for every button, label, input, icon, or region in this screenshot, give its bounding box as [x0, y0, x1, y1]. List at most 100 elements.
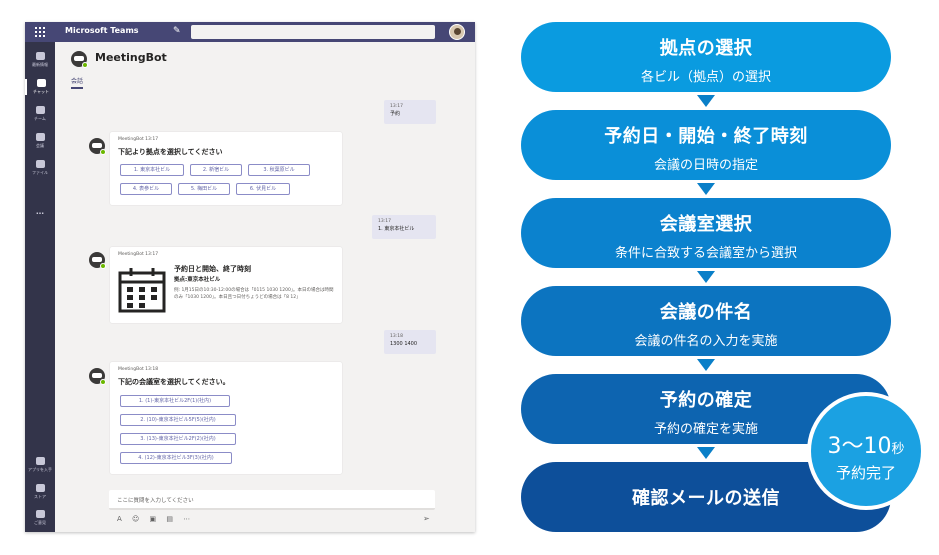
message-meta: MeetingBot 13:17 — [118, 252, 159, 257]
badge-label: 予約完了 — [835, 464, 896, 482]
message-text: 1. 東京本社ビル — [378, 225, 415, 232]
card-body: 例: 1月15日の10:30-12:00の場合は「0115 1030 1200」… — [174, 288, 334, 301]
title-bar: Microsoft Teams ✎ — [25, 22, 475, 42]
rail-item-chat[interactable]: チャット — [25, 79, 55, 95]
rail-label: チャット — [33, 89, 49, 94]
bot-avatar-icon — [89, 368, 106, 385]
rail-label: アプリを入手 — [28, 467, 52, 472]
chat-title: MeetingBot — [95, 51, 167, 64]
card-heading: 下記の会議室を選択してください。 — [118, 378, 230, 386]
choice-button[interactable]: 2. (10)-東京本社ビル5F(5)(社内) — [120, 414, 236, 426]
apps-icon — [35, 457, 45, 465]
rail-item-activity[interactable]: 最新情報 — [25, 52, 55, 68]
card-heading: 予約日と開始、終了時刻 — [174, 265, 251, 273]
message-time: 13:17 — [378, 219, 391, 224]
choice-button[interactable]: 3. (13)-東京本社ビル2F(2)(社内) — [120, 433, 236, 445]
rail-item-apps[interactable]: アプリを入手 — [25, 457, 55, 473]
rail-item-files[interactable]: ファイル — [25, 160, 55, 176]
card-subheading: 拠点:東京本社ビル — [174, 277, 221, 283]
avatar[interactable] — [449, 24, 465, 40]
badge-time: 3～10秒 — [811, 428, 921, 460]
compose-icon[interactable]: ✎ — [173, 26, 181, 36]
message-input-placeholder: ここに質問を入力してください — [117, 498, 194, 504]
step-title: 拠点の選択 — [659, 38, 753, 59]
arrow-down-icon — [697, 271, 715, 283]
choice-button[interactable]: 4. (12)-東京本社ビル3F(3)(社内) — [120, 452, 232, 464]
step-select-room: 会議室選択 条件に合致する会議室から選択 — [521, 198, 891, 268]
app-name: Microsoft Teams — [65, 26, 139, 35]
step-subtitle: 条件に合致する会議室から選択 — [614, 246, 797, 261]
calendar-icon — [35, 133, 45, 141]
step-title: 会議室選択 — [659, 214, 753, 235]
choice-button[interactable]: 5. 梅田ビル — [178, 183, 230, 195]
message-text: 1300 1400 — [390, 340, 418, 347]
message-time: 13:18 — [390, 334, 403, 339]
rail-item-teams[interactable]: チーム — [25, 106, 55, 122]
feedback-icon — [35, 510, 45, 518]
badge-time-unit: 秒 — [891, 442, 905, 457]
message-meta: MeetingBot 13:18 — [118, 367, 159, 372]
choice-button[interactable]: 6. 伏見ビル — [236, 183, 290, 195]
message-time: 13:17 — [390, 104, 403, 109]
choice-button[interactable]: 2. 新宿ビル — [190, 164, 242, 176]
user-message: 13:17 1. 東京本社ビル — [372, 215, 436, 239]
step-meeting-subject: 会議の件名 会議の件名の入力を実施 — [521, 286, 891, 356]
choice-button[interactable]: 4. 表参ビル — [120, 183, 172, 195]
tab-conversation[interactable]: 会話 — [71, 76, 84, 89]
arrow-down-icon — [697, 359, 715, 371]
message-text: 予約 — [390, 110, 401, 117]
search-input[interactable] — [191, 25, 435, 39]
user-message: 13:18 1300 1400 — [384, 330, 436, 354]
teams-window: Microsoft Teams ✎ 最新情報 チャット チーム 会議 ファイル … — [25, 22, 475, 532]
calendar-icon — [118, 268, 166, 313]
rail-label: チーム — [34, 116, 46, 121]
arrow-down-icon — [697, 447, 715, 459]
bot-message-card: MeetingBot 13:18 下記の会議室を選択してください。 1. (1)… — [110, 362, 342, 474]
rail-label: ご意見 — [34, 520, 46, 525]
badge-time-value: 3～10 — [827, 434, 892, 459]
user-message: 13:17 予約 — [384, 100, 436, 124]
arrow-down-icon — [697, 183, 715, 195]
app-launcher-icon[interactable] — [35, 27, 45, 37]
rail-label: ストア — [34, 494, 46, 499]
file-icon — [35, 160, 45, 168]
bot-avatar-icon — [89, 138, 106, 155]
presence-icon — [100, 263, 106, 269]
choice-button[interactable]: 3. 秋葉原ビル — [248, 164, 310, 176]
choice-button[interactable]: 1. (1)-東京本社ビル2F(1)(社内) — [120, 395, 230, 407]
more-apps-icon[interactable]: … — [25, 207, 55, 216]
app-rail: 最新情報 チャット チーム 会議 ファイル … アプリを入手 ストア ご意見 — [25, 42, 55, 532]
choice-button[interactable]: 1. 東京本社ビル — [120, 164, 184, 176]
rail-item-feedback[interactable]: ご意見 — [25, 510, 55, 526]
rail-item-store[interactable]: ストア — [25, 484, 55, 500]
compose-toolbar[interactable]: A ☺ ▣ ▤ ⋯ — [117, 515, 194, 523]
step-title: 予約日・開始・終了時刻 — [604, 126, 808, 147]
rail-item-meetings[interactable]: 会議 — [25, 133, 55, 149]
presence-icon — [100, 379, 106, 385]
message-input[interactable]: ここに質問を入力してください — [109, 490, 435, 510]
step-subtitle: 会議の件名の入力を実施 — [634, 334, 778, 349]
message-meta: MeetingBot 13:17 — [118, 137, 159, 142]
step-title: 会議の件名 — [659, 302, 753, 323]
bot-avatar-icon — [71, 51, 88, 68]
step-subtitle: 会議の日時の指定 — [653, 158, 758, 173]
completion-badge: 3～10秒 予約完了 — [811, 396, 921, 506]
rail-label: ファイル — [32, 170, 48, 175]
card-heading: 下記より拠点を選択してください — [118, 148, 223, 156]
rail-label: 会議 — [36, 143, 44, 148]
store-icon — [35, 484, 45, 492]
chat-icon — [36, 79, 46, 87]
presence-icon — [82, 62, 88, 68]
arrow-down-icon — [697, 95, 715, 107]
step-subtitle: 各ビル（拠点）の選択 — [640, 70, 771, 85]
bot-message-card: MeetingBot 13:17 下記より拠点を選択してください 1. 東京本社… — [110, 132, 342, 205]
bell-icon — [35, 52, 45, 60]
bot-message-card: MeetingBot 13:17 予約日と開始、終了時刻 拠点:東京本社ビル 例… — [110, 247, 342, 323]
teams-icon — [35, 106, 45, 114]
step-select-location: 拠点の選択 各ビル（拠点）の選択 — [521, 22, 891, 92]
presence-icon — [100, 149, 106, 155]
send-icon[interactable]: ➢ — [423, 514, 430, 523]
bot-avatar-icon — [89, 252, 106, 269]
rail-label: 最新情報 — [32, 62, 48, 67]
step-select-datetime: 予約日・開始・終了時刻 会議の日時の指定 — [521, 110, 891, 180]
